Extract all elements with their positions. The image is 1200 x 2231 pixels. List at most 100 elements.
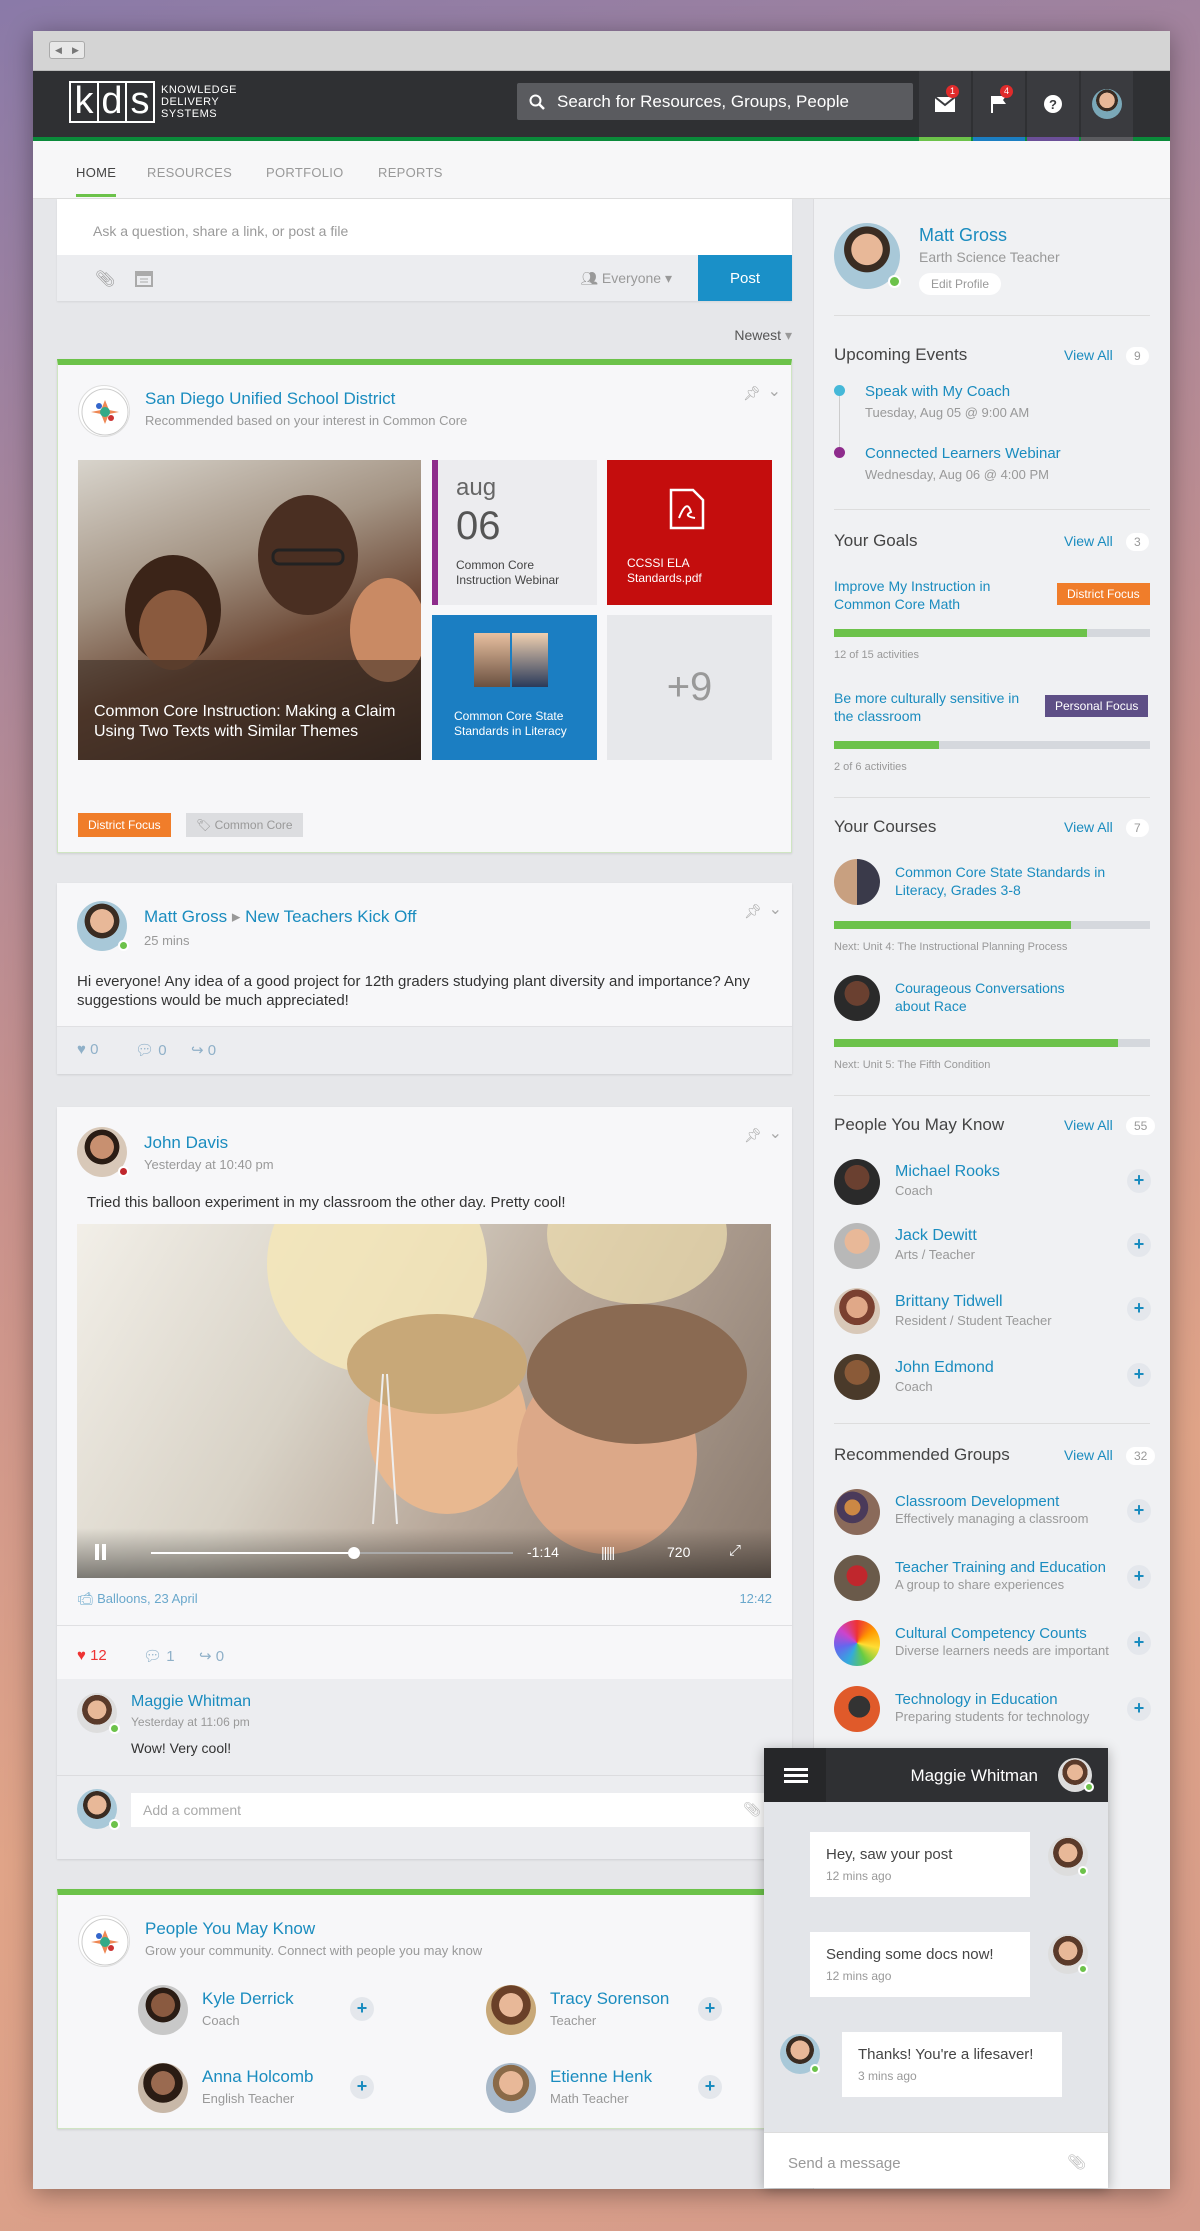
topic-tag[interactable]: 🏷︎ Common Core: [186, 813, 303, 837]
video-player[interactable]: -1:14 ||||| 720 ⤢: [77, 1224, 771, 1578]
fullscreen-icon[interactable]: ⤢: [729, 1542, 741, 1559]
join-group-button[interactable]: +: [1127, 1499, 1151, 1523]
resource-tile-main[interactable]: Common Core Instruction: Making a Claim …: [78, 460, 421, 760]
help-button[interactable]: ?: [1027, 71, 1079, 141]
event-title[interactable]: Connected Learners Webinar: [865, 445, 1061, 462]
chevron-down-icon[interactable]: ⌄: [769, 1123, 782, 1143]
join-group-button[interactable]: +: [1127, 1631, 1151, 1655]
profile-menu-button[interactable]: [1081, 71, 1133, 141]
kds-logo[interactable]: k d s KNOWLEDGE DELIVERY SYSTEMS: [69, 81, 237, 123]
goal-title[interactable]: Improve My Instruction in Common Core Ma…: [834, 577, 1024, 613]
video-scrubber[interactable]: [151, 1547, 513, 1559]
district-focus-tag[interactable]: District Focus: [78, 813, 171, 837]
back-icon[interactable]: ◀: [50, 42, 67, 58]
chat-menu-button[interactable]: [764, 1748, 826, 1802]
avatar[interactable]: [486, 2063, 536, 2113]
paperclip-icon[interactable]: 📎︎: [1067, 2153, 1086, 2171]
comment-button[interactable]: 💬︎ 0: [135, 1041, 167, 1059]
add-contact-button[interactable]: +: [1127, 1233, 1151, 1257]
person-name[interactable]: Tracy Sorenson: [550, 1989, 669, 2009]
resource-tile-pdf[interactable]: CCSSI ELA Standards.pdf: [607, 460, 772, 605]
paperclip-icon[interactable]: 📎︎: [95, 269, 115, 289]
paperclip-icon[interactable]: 📎︎: [743, 1801, 761, 1818]
tab-reports[interactable]: REPORTS: [378, 165, 443, 180]
tab-home[interactable]: HOME: [76, 165, 117, 197]
group-thumbnail[interactable]: [834, 1620, 880, 1666]
more-resources-tile[interactable]: +9: [607, 615, 772, 760]
goals-view-all[interactable]: View All: [1064, 533, 1113, 549]
event-title[interactable]: Speak with My Coach: [865, 383, 1010, 400]
avatar[interactable]: [834, 1288, 880, 1334]
sort-dropdown[interactable]: Newest ▾: [734, 327, 792, 344]
share-button[interactable]: ↪ 0: [191, 1041, 216, 1059]
resource-tile-course[interactable]: Common Core State Standards in Literacy: [432, 615, 597, 760]
person-name[interactable]: Brittany Tidwell: [895, 1293, 1003, 1311]
calendar-icon[interactable]: [135, 269, 153, 287]
pin-icon[interactable]: 📌︎: [743, 385, 761, 402]
avatar[interactable]: [834, 1354, 880, 1400]
messages-button[interactable]: 1: [919, 71, 971, 141]
comment-button[interactable]: 💬︎ 1: [143, 1647, 175, 1665]
groups-view-all[interactable]: View All: [1064, 1447, 1113, 1463]
person-name[interactable]: Jack Dewitt: [895, 1227, 977, 1245]
chevron-down-icon[interactable]: ⌄: [769, 899, 782, 919]
add-contact-button[interactable]: +: [350, 1997, 374, 2021]
notifications-button[interactable]: 4: [973, 71, 1025, 141]
add-contact-button[interactable]: +: [698, 2075, 722, 2099]
post-author[interactable]: San Diego Unified School District: [145, 389, 395, 409]
audience-select[interactable]: 👥︎ Everyone ▾: [580, 270, 672, 287]
course-title[interactable]: Common Core State Standards in Literacy,…: [895, 863, 1145, 899]
post-group[interactable]: New Teachers Kick Off: [245, 907, 416, 926]
goal-title[interactable]: Be more culturally sensitive in the clas…: [834, 689, 1034, 725]
volume-icon[interactable]: |||||: [601, 1544, 615, 1560]
avatar[interactable]: [486, 1985, 536, 2035]
group-thumbnail[interactable]: [834, 1555, 880, 1601]
person-name[interactable]: Anna Holcomb: [202, 2067, 314, 2087]
events-view-all[interactable]: View All: [1064, 347, 1113, 363]
person-name[interactable]: John Edmond: [895, 1359, 994, 1377]
course-thumbnail[interactable]: [834, 975, 880, 1021]
person-name[interactable]: Etienne Henk: [550, 2067, 652, 2087]
composer-input[interactable]: Ask a question, share a link, or post a …: [93, 223, 348, 239]
post-button[interactable]: Post: [698, 255, 792, 301]
group-thumbnail[interactable]: [834, 1686, 880, 1732]
quality-button[interactable]: 720: [667, 1544, 690, 1560]
profile-name[interactable]: Matt Gross: [919, 225, 1007, 246]
tab-resources[interactable]: RESOURCES: [147, 165, 232, 180]
comment-input[interactable]: Add a comment 📎︎: [131, 1793, 771, 1827]
add-contact-button[interactable]: +: [1127, 1297, 1151, 1321]
search-input[interactable]: Search for Resources, Groups, People: [517, 83, 913, 120]
edit-profile-button[interactable]: Edit Profile: [919, 273, 1002, 295]
course-title[interactable]: Courageous Conversations about Race: [895, 979, 1095, 1015]
chat-message-input[interactable]: Send a message 📎︎: [764, 2132, 1108, 2188]
add-contact-button[interactable]: +: [1127, 1169, 1151, 1193]
group-name[interactable]: Technology in Education: [895, 1691, 1058, 1708]
avatar[interactable]: [138, 1985, 188, 2035]
forward-icon[interactable]: ▶: [67, 42, 84, 58]
avatar[interactable]: [138, 2063, 188, 2113]
like-button[interactable]: ♥ 0: [77, 1041, 98, 1058]
avatar[interactable]: [834, 1159, 880, 1205]
resource-tile-event[interactable]: aug 06 Common Core Instruction Webinar: [432, 460, 597, 605]
person-name[interactable]: Michael Rooks: [895, 1163, 1000, 1181]
person-name[interactable]: Kyle Derrick: [202, 1989, 294, 2009]
like-button[interactable]: ♥ 12: [77, 1647, 107, 1664]
add-contact-button[interactable]: +: [350, 2075, 374, 2099]
add-contact-button[interactable]: +: [698, 1997, 722, 2021]
pin-icon[interactable]: 📌︎: [744, 903, 762, 920]
courses-view-all[interactable]: View All: [1064, 819, 1113, 835]
join-group-button[interactable]: +: [1127, 1697, 1151, 1721]
comment-author[interactable]: Maggie Whitman: [131, 1693, 251, 1711]
course-thumbnail[interactable]: [834, 859, 880, 905]
group-name[interactable]: Teacher Training and Education: [895, 1559, 1106, 1576]
group-name[interactable]: Classroom Development: [895, 1493, 1059, 1510]
chevron-down-icon[interactable]: ⌄: [768, 381, 781, 401]
avatar[interactable]: [834, 1223, 880, 1269]
group-name[interactable]: Cultural Competency Counts: [895, 1625, 1087, 1642]
pin-icon[interactable]: 📌︎: [744, 1127, 762, 1144]
group-thumbnail[interactable]: [834, 1489, 880, 1535]
post-author[interactable]: Matt Gross: [144, 907, 227, 926]
post-author[interactable]: John Davis: [144, 1133, 228, 1153]
add-contact-button[interactable]: +: [1127, 1363, 1151, 1387]
pause-icon[interactable]: [95, 1544, 99, 1560]
